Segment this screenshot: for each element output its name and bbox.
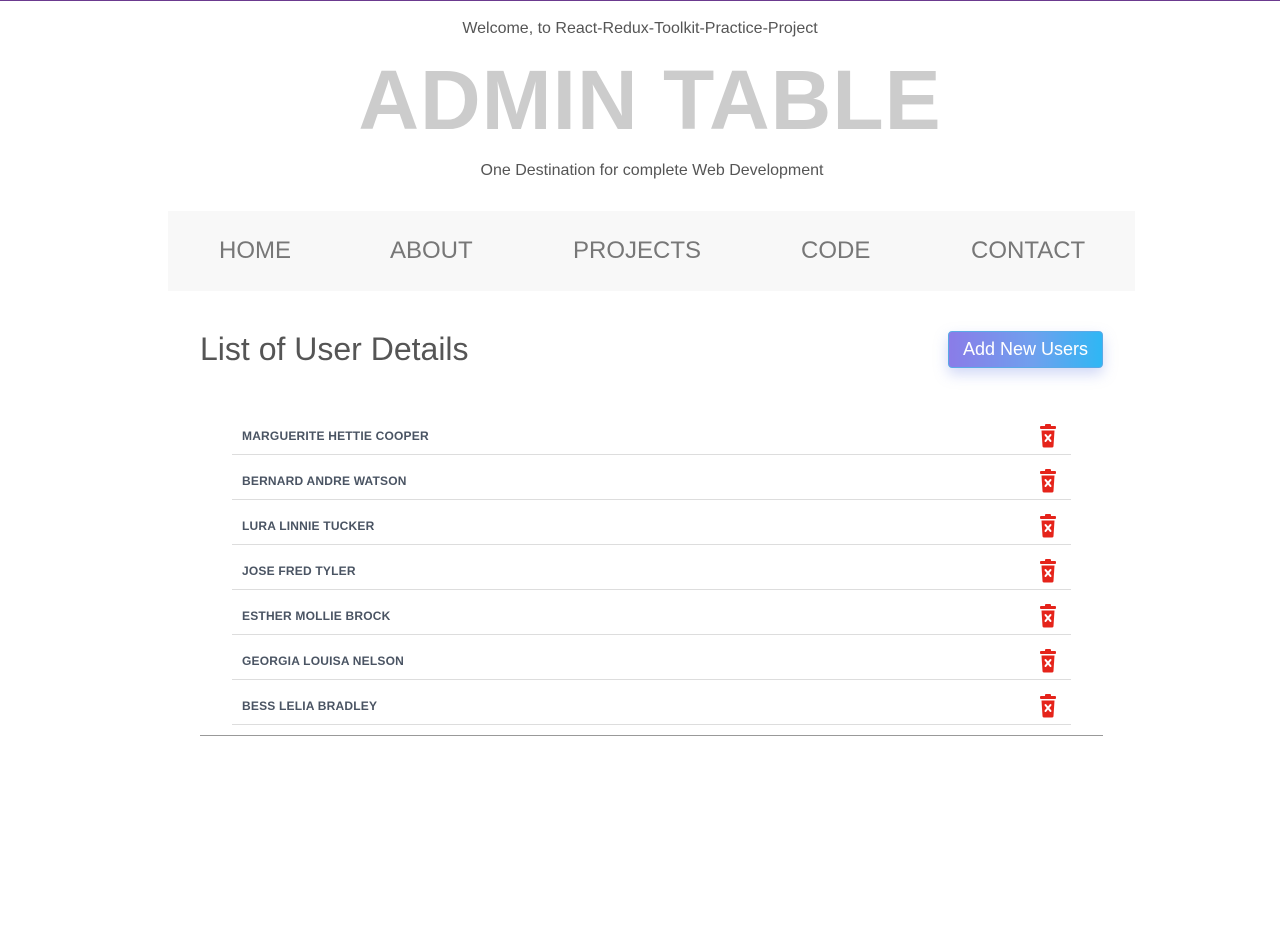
tagline-text: One Destination for complete Web Develop… [480,162,824,179]
trash-delete-icon[interactable] [1038,649,1058,673]
add-new-users-button[interactable]: Add New Users [948,331,1103,368]
section-title: List of User Details [200,331,469,367]
nav-link-contact[interactable]: CONTACT [971,237,1085,265]
user-row: MARGUERITE HETTIE COOPER [232,410,1071,455]
user-list: MARGUERITE HETTIE COOPER BERNARD ANDRE W… [232,410,1071,725]
nav-link-about[interactable]: ABOUT [390,237,473,265]
user-name: GEORGIA LOUISA NELSON [242,654,404,668]
trash-delete-icon[interactable] [1038,469,1058,493]
nav-link-home[interactable]: HOME [219,237,291,265]
welcome-text: Welcome, to React-Redux-Toolkit-Practice… [462,20,818,37]
main-navbar: HOME ABOUT PROJECTS CODE CONTACT [168,211,1135,291]
bottom-divider [200,735,1103,736]
user-name: MARGUERITE HETTIE COOPER [242,429,429,443]
nav-link-projects[interactable]: PROJECTS [573,237,701,265]
trash-delete-icon[interactable] [1038,694,1058,718]
user-row: LURA LINNIE TUCKER [232,500,1071,545]
user-name: BESS LELIA BRADLEY [242,699,378,713]
trash-delete-icon[interactable] [1038,604,1058,628]
trash-delete-icon[interactable] [1038,514,1058,538]
trash-delete-icon[interactable] [1038,424,1058,448]
user-row: JOSE FRED TYLER [232,545,1071,590]
user-name: ESTHER MOLLIE BROCK [242,609,391,623]
user-row: GEORGIA LOUISA NELSON [232,635,1071,680]
page-title: ADMIN TABLE [358,53,942,147]
top-border-line [0,0,1280,1]
trash-delete-icon[interactable] [1038,559,1058,583]
user-name: JOSE FRED TYLER [242,564,356,578]
user-row: ESTHER MOLLIE BROCK [232,590,1071,635]
user-row: BERNARD ANDRE WATSON [232,455,1071,500]
nav-link-code[interactable]: CODE [801,237,870,265]
user-name: BERNARD ANDRE WATSON [242,474,407,488]
user-name: LURA LINNIE TUCKER [242,519,375,533]
user-row: BESS LELIA BRADLEY [232,680,1071,725]
